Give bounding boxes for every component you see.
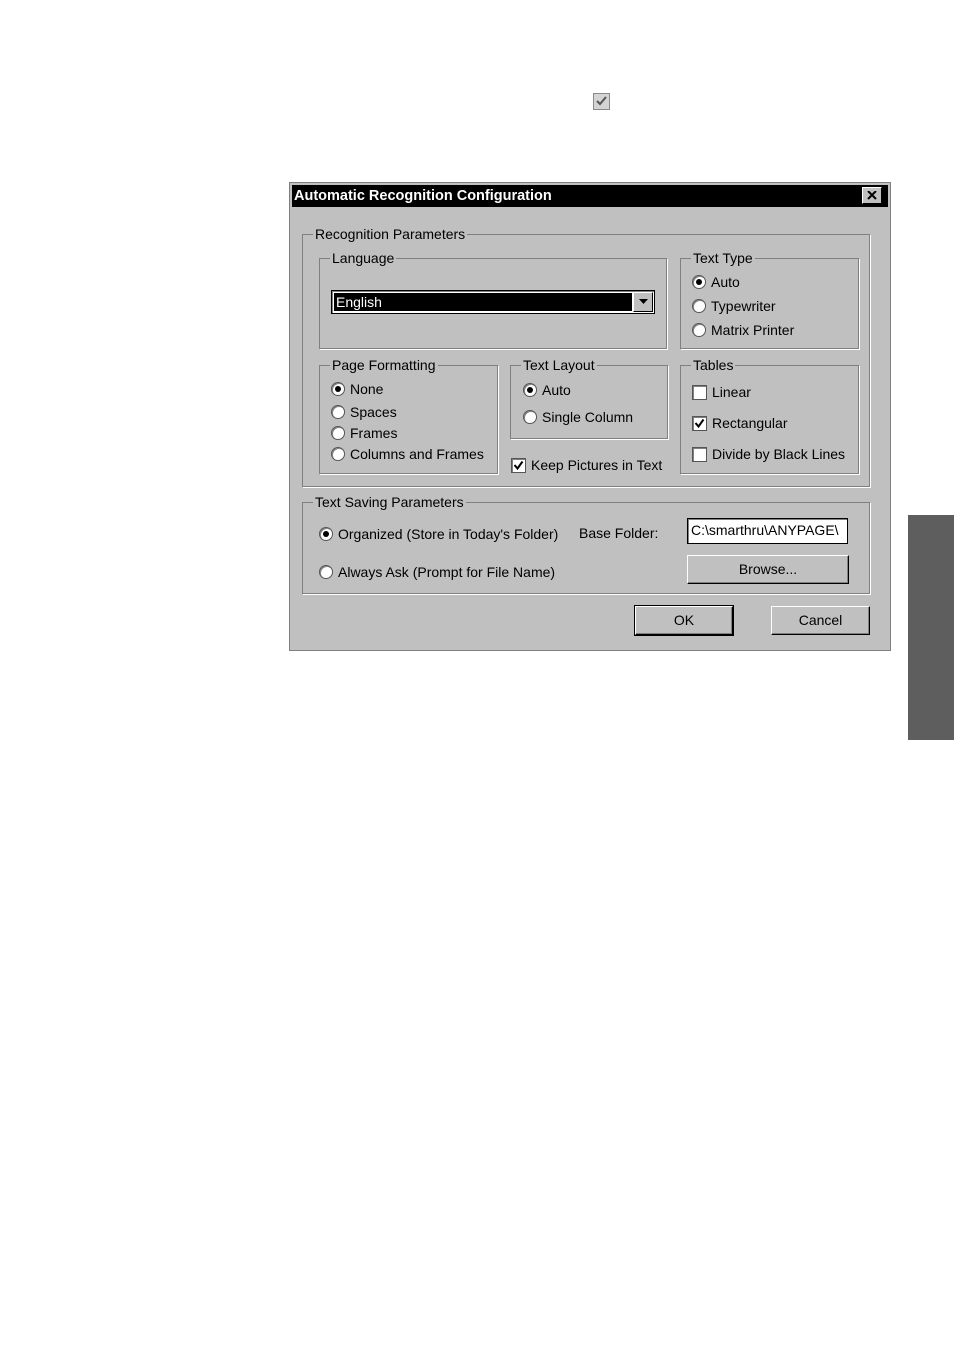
radio-selected-icon (319, 527, 333, 541)
tables-divide-black-lines-checkbox[interactable]: Divide by Black Lines (692, 446, 845, 462)
radio-label: Single Column (542, 409, 634, 425)
radio-label: Auto (711, 274, 740, 290)
text-layout-auto-radio[interactable]: Auto (523, 382, 571, 398)
radio-label: None (350, 381, 384, 397)
page-formatting-spaces-radio[interactable]: Spaces (331, 404, 397, 420)
tables-rectangular-checkbox[interactable]: Rectangular (692, 415, 788, 431)
checkbox-icon (593, 93, 610, 110)
dropdown-button[interactable] (633, 292, 653, 312)
text-type-typewriter-radio[interactable]: Typewriter (692, 298, 776, 314)
checkbox-checked-icon (692, 415, 707, 431)
radio-selected-icon (331, 382, 345, 396)
close-x-icon (867, 191, 877, 200)
radio-icon (523, 410, 537, 424)
radio-icon (319, 565, 333, 579)
radio-label: Auto (542, 382, 571, 398)
checkbox-checked-icon (511, 457, 526, 473)
tables-linear-checkbox[interactable]: Linear (692, 384, 751, 400)
radio-icon (692, 323, 706, 337)
text-type-auto-radio[interactable]: Auto (692, 274, 740, 290)
radio-label: Typewriter (711, 298, 776, 314)
cancel-button[interactable]: Cancel (771, 606, 870, 635)
chevron-down-icon (639, 299, 648, 304)
radio-label: Organized (Store in Today's Folder) (338, 526, 559, 542)
text-layout-legend: Text Layout (523, 357, 595, 373)
language-select[interactable]: English (331, 290, 655, 314)
checkbox-label: Linear (712, 384, 751, 400)
close-button[interactable] (862, 187, 882, 204)
radio-label: Frames (350, 425, 398, 441)
language-legend: Language (332, 250, 395, 266)
radio-icon (692, 299, 706, 313)
radio-label: Columns and Frames (350, 446, 484, 462)
page-formatting-frames-radio[interactable]: Frames (331, 425, 397, 441)
radio-icon (331, 447, 345, 461)
side-tab-marker (908, 515, 954, 740)
radio-label: Always Ask (Prompt for File Name) (338, 564, 556, 580)
language-selected-value: English (334, 293, 632, 311)
checkbox-label: Divide by Black Lines (712, 446, 846, 462)
dialog-titlebar: Automatic Recognition Configuration (292, 185, 888, 207)
base-folder-input[interactable]: C:\smarthru\ANYPAGE\ (687, 518, 848, 544)
radio-label: Spaces (350, 404, 397, 420)
checkbox-icon (692, 446, 707, 462)
text-saving-parameters-legend: Text Saving Parameters (315, 494, 464, 510)
checkbox-label: Keep Pictures in Text (531, 457, 663, 473)
checkbox-icon (692, 384, 707, 400)
text-type-matrix-printer-radio[interactable]: Matrix Printer (692, 322, 794, 338)
text-type-legend: Text Type (693, 250, 753, 266)
text-layout-single-column-radio[interactable]: Single Column (523, 409, 633, 425)
ok-button[interactable]: OK (634, 605, 734, 636)
radio-selected-icon (692, 275, 706, 289)
radio-label: Matrix Printer (711, 322, 795, 338)
keep-pictures-checkbox[interactable]: Keep Pictures in Text (511, 457, 662, 473)
saving-organized-radio[interactable]: Organized (Store in Today's Folder) (319, 526, 558, 542)
radio-icon (331, 426, 345, 440)
saving-always-ask-radio[interactable]: Always Ask (Prompt for File Name) (319, 564, 555, 580)
page-formatting-columns-frames-radio[interactable]: Columns and Frames (331, 446, 484, 462)
page-formatting-none-radio[interactable]: None (331, 381, 383, 397)
dialog-title: Automatic Recognition Configuration (294, 188, 552, 204)
radio-selected-icon (523, 383, 537, 397)
text-layout-group: Text Layout (510, 357, 668, 439)
base-folder-label: Base Folder: (579, 525, 659, 541)
checkbox-label: Rectangular (712, 415, 788, 431)
tables-legend: Tables (693, 357, 734, 373)
page-formatting-legend: Page Formatting (332, 357, 436, 373)
browse-button[interactable]: Browse... (687, 555, 849, 584)
recognition-parameters-legend: Recognition Parameters (315, 226, 466, 242)
radio-icon (331, 405, 345, 419)
